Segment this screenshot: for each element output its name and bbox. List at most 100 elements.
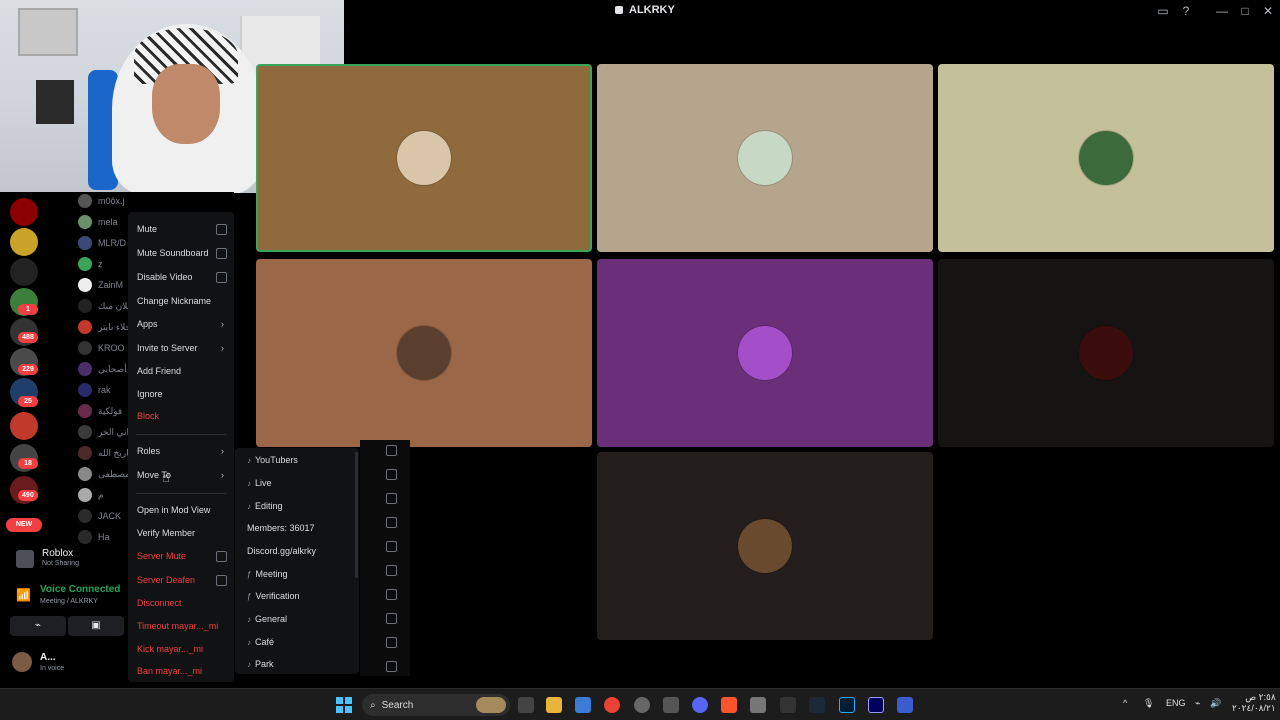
menu-item-ban[interactable]: Ban mayar..._mi [137, 666, 202, 676]
server-mute-checkbox[interactable] [216, 551, 227, 562]
chrome-icon[interactable] [604, 697, 620, 713]
menu-item-timeout[interactable]: Timeout mayar..._mi [137, 621, 218, 631]
video-tile[interactable] [597, 452, 933, 640]
user-panel[interactable]: A... In voice [8, 648, 128, 678]
voice-member[interactable]: JACK [78, 509, 121, 523]
voice-member[interactable]: m0ôx.j [78, 194, 125, 208]
channel-item-members-count[interactable]: Members: 36017 [247, 523, 315, 533]
minimize-icon[interactable]: — [1214, 3, 1230, 19]
checkbox[interactable] [386, 661, 397, 672]
checkbox[interactable] [386, 565, 397, 576]
app-icon[interactable] [897, 697, 913, 713]
discord-icon[interactable] [692, 697, 708, 713]
screen-share-button[interactable]: ▣ [68, 616, 124, 636]
channel-item-live[interactable]: ♪ Live [247, 478, 272, 488]
voice-member[interactable]: KROO [78, 341, 125, 355]
channel-item-editing[interactable]: ♪ Editing [247, 501, 283, 511]
checkbox[interactable] [386, 445, 397, 456]
channel-item-youtubers[interactable]: ♪ YouTubers [247, 455, 298, 465]
video-tile[interactable] [256, 259, 592, 447]
submenu-scrollbar[interactable] [355, 452, 358, 578]
menu-item-disconnect[interactable]: Disconnect [137, 598, 182, 608]
voice-member[interactable]: MLR/D [78, 236, 126, 250]
start-button[interactable] [336, 697, 352, 713]
voice-member[interactable]: خلاء نايتر [78, 320, 131, 334]
channel-item-general[interactable]: ♪ General [247, 614, 287, 624]
menu-item-mute[interactable]: Mute [137, 224, 157, 234]
mute-checkbox[interactable] [216, 224, 227, 235]
menu-item-block[interactable]: Block [137, 411, 159, 421]
premiere-icon[interactable] [868, 697, 884, 713]
voice-member[interactable]: أصحابي [78, 362, 127, 376]
disable-video-checkbox[interactable] [216, 272, 227, 283]
help-icon[interactable]: ? [1178, 3, 1194, 19]
menu-item-invite-to-server[interactable]: Invite to Server [137, 343, 198, 353]
microphone-icon[interactable]: 🎙 [1143, 698, 1154, 709]
mute-soundboard-checkbox[interactable] [216, 248, 227, 259]
menu-item-kick[interactable]: Kick mayar..._mi [137, 644, 203, 654]
channel-item-discord-link[interactable]: Discord.gg/alkrky [247, 546, 316, 556]
voice-member[interactable]: مصطفى [78, 467, 130, 481]
menu-item-ignore[interactable]: Ignore [137, 389, 163, 399]
menu-item-disable-video[interactable]: Disable Video [137, 272, 192, 282]
voice-member[interactable]: ZainM [78, 278, 123, 292]
close-icon[interactable]: ✕ [1260, 3, 1276, 19]
menu-item-roles[interactable]: Roles [137, 446, 160, 456]
menu-item-open-mod-view[interactable]: Open in Mod View [137, 505, 210, 515]
video-tile[interactable] [597, 64, 933, 252]
voice-member[interactable]: كاني الخر [78, 425, 134, 439]
network-icon[interactable]: ⌁ [1195, 698, 1200, 709]
video-tile[interactable] [256, 64, 592, 252]
menu-item-apps[interactable]: Apps [137, 319, 158, 329]
menu-item-server-mute[interactable]: Server Mute [137, 551, 186, 561]
menu-item-add-friend[interactable]: Add Friend [137, 366, 181, 376]
server-deafen-checkbox[interactable] [216, 575, 227, 586]
menu-item-server-deafen[interactable]: Server Deafen [137, 575, 195, 585]
checkbox[interactable] [386, 517, 397, 528]
photoshop-icon[interactable] [839, 697, 855, 713]
voice-member[interactable]: z [78, 257, 103, 271]
server-icon[interactable] [10, 412, 38, 440]
steam-app-icon[interactable] [809, 697, 825, 713]
brave-icon[interactable] [721, 697, 737, 713]
new-badge[interactable]: NEW [6, 518, 42, 532]
menu-item-mute-soundboard[interactable]: Mute Soundboard [137, 248, 209, 258]
voice-member[interactable]: mela [78, 215, 118, 229]
checkbox[interactable] [386, 613, 397, 624]
app-icon[interactable] [750, 697, 766, 713]
checkbox[interactable] [386, 589, 397, 600]
server-icon[interactable] [10, 228, 38, 256]
language-indicator[interactable]: ENG [1166, 698, 1186, 708]
checkbox[interactable] [386, 493, 397, 504]
file-explorer-icon[interactable] [546, 697, 562, 713]
checkbox[interactable] [386, 541, 397, 552]
voice-member[interactable]: فولكية [78, 404, 122, 418]
obs-icon[interactable] [634, 697, 650, 713]
voice-member[interactable]: Ha [78, 530, 110, 544]
voice-member[interactable]: rak [78, 383, 111, 397]
capcut-icon[interactable] [780, 697, 796, 713]
task-view-icon[interactable] [518, 697, 534, 713]
server-icon[interactable] [10, 258, 38, 286]
checkbox[interactable] [386, 637, 397, 648]
voice-member[interactable]: تاريخ الله [78, 446, 131, 460]
taskbar-search[interactable]: ⌕ Search [362, 694, 510, 716]
video-tile[interactable] [938, 259, 1274, 447]
steam-icon[interactable] [663, 697, 679, 713]
channel-item-cafe[interactable]: ♪ Café [247, 637, 274, 647]
menu-item-change-nickname[interactable]: Change Nickname [137, 296, 211, 306]
server-icon[interactable] [10, 198, 38, 226]
channel-item-meeting[interactable]: ƒ Meeting [247, 569, 287, 579]
maximize-icon[interactable]: □ [1237, 3, 1253, 19]
voice-member[interactable]: م [78, 488, 104, 502]
store-icon[interactable] [575, 697, 591, 713]
menu-item-verify-member[interactable]: Verify Member [137, 528, 195, 538]
chevron-up-icon[interactable]: ^ [1123, 698, 1127, 708]
channel-item-park[interactable]: ♪ Park [247, 659, 274, 669]
voice-member[interactable]: فلان منك [78, 299, 132, 313]
inbox-icon[interactable]: ▭ [1155, 3, 1171, 19]
checkbox[interactable] [386, 469, 397, 480]
video-tile[interactable] [938, 64, 1274, 252]
video-tile[interactable] [597, 259, 933, 447]
activity-panel[interactable]: Roblox Not Sharing [8, 544, 128, 580]
